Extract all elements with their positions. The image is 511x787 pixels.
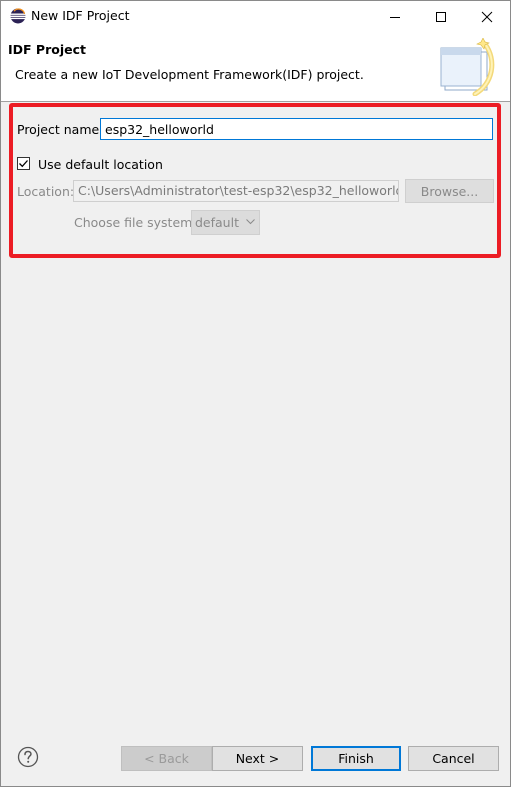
minimize-icon [390, 16, 400, 18]
page-description: Create a new IoT Development Framework(I… [15, 67, 364, 82]
close-icon [481, 11, 493, 22]
close-button[interactable] [464, 1, 510, 32]
chevron-down-icon [246, 219, 255, 225]
maximize-button[interactable] [418, 1, 464, 32]
new-idf-project-dialog: New IDF Project IDF Project Create a new… [0, 0, 511, 787]
browse-button[interactable]: Browse... [405, 179, 494, 203]
help-icon[interactable] [17, 746, 39, 768]
page-title: IDF Project [8, 42, 86, 57]
wizard-header: IDF Project Create a new IoT Development… [1, 32, 510, 102]
file-system-value: default [195, 215, 239, 230]
use-default-location-checkbox[interactable] [17, 157, 30, 170]
cancel-button[interactable]: Cancel [408, 746, 499, 771]
checkmark-icon [19, 160, 28, 168]
new-project-wizard-icon [440, 38, 495, 96]
back-button[interactable]: < Back [121, 746, 212, 771]
project-name-label: Project name: [17, 122, 104, 137]
project-name-input[interactable] [100, 118, 493, 140]
file-system-label: Choose file system: [74, 215, 197, 230]
location-input[interactable]: C:\Users\Administrator\test-esp32\esp32_… [73, 180, 399, 202]
location-label: Location: [17, 184, 75, 199]
maximize-icon [436, 11, 446, 22]
eclipse-icon [10, 8, 26, 24]
minimize-button[interactable] [372, 1, 418, 32]
title-bar: New IDF Project [1, 1, 510, 32]
file-system-select[interactable]: default [191, 210, 260, 235]
use-default-location-label: Use default location [38, 157, 163, 172]
window-title: New IDF Project [31, 8, 130, 23]
finish-button[interactable]: Finish [311, 746, 401, 771]
next-button[interactable]: Next > [212, 746, 303, 771]
